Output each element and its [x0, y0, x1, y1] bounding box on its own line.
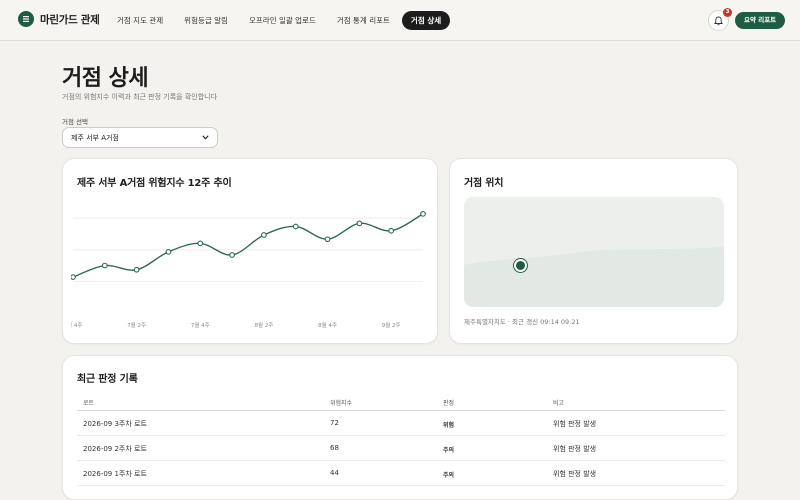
table-header: 로트 위험지수 판정 비고 — [77, 393, 725, 411]
data-point — [101, 262, 108, 269]
brand[interactable]: 마린가드 관제 — [18, 11, 100, 27]
site-map[interactable] — [464, 197, 724, 307]
top-navigation-bar: 마린가드 관제 거점 지도 관제 위험등급 알림 오프라인 일괄 업로드 거점 … — [0, 0, 800, 41]
data-point — [261, 232, 267, 238]
x-tick-label: 7월 2주 — [127, 321, 146, 329]
risk-index-cell: 68 — [330, 444, 339, 452]
map-terrain — [464, 247, 724, 307]
site-select-value: 제주 서부 A거점 — [71, 133, 119, 142]
notification-count-badge: 3 — [723, 8, 732, 17]
verdict-badge: 위험 — [443, 422, 455, 429]
column-header-verdict: 판정 — [443, 400, 455, 407]
verdict-badge: 주의 — [443, 472, 455, 479]
app-name: 마린가드 관제 — [40, 13, 100, 26]
nav-tab-site-detail[interactable]: 거점 상세 — [401, 11, 451, 30]
column-header-risk-index: 위험지수 — [330, 400, 353, 407]
site-location-title: 거점 위치 — [464, 178, 504, 189]
nav-tab-statistics-report[interactable]: 거점 통계 리포트 — [328, 11, 399, 30]
table-row[interactable]: 2026-09 2주차 로트 68 주의 위험 판정 발생 — [77, 436, 725, 461]
page-subtitle: 거점의 위험지수 이력과 최근 판정 기록을 확인합니다 — [62, 93, 218, 101]
x-tick-label: 7월 4주 — [191, 321, 210, 329]
page-title: 거점 상세 — [62, 66, 149, 91]
data-point — [324, 236, 331, 243]
risk-index-cell: 44 — [330, 469, 339, 477]
x-tick-label: 6월 4주 — [71, 321, 82, 329]
data-point — [133, 266, 140, 273]
chevron-down-icon — [202, 135, 209, 140]
nav-tab-map-monitoring[interactable]: 거점 지도 관제 — [108, 11, 172, 30]
site-select-dropdown[interactable]: 제주 서부 A거점 — [62, 127, 218, 148]
nav-tab-offline-upload[interactable]: 오프라인 일괄 업로드 — [240, 11, 325, 30]
data-point — [356, 220, 363, 227]
risk-index-cell: 72 — [330, 419, 339, 427]
lot-cell: 2026-09 1주차 로트 — [83, 470, 147, 478]
data-point — [388, 227, 395, 234]
table-row[interactable]: 2026-09 3주차 로트 72 위험 위험 판정 발생 — [77, 411, 725, 436]
series-line — [72, 213, 424, 278]
notification-button[interactable]: 3 — [708, 8, 732, 31]
lot-cell: 2026-09 2주차 로트 — [83, 445, 147, 453]
site-location-marker[interactable] — [514, 259, 527, 272]
site-location-card: 거점 위치 제주특별자치도 · 최근 갱신 09:14 09:21 — [449, 158, 738, 344]
column-header-note: 비고 — [553, 400, 565, 407]
x-tick-label: 8월 4주 — [318, 321, 337, 329]
nav-tab-risk-alerts[interactable]: 위험등급 알림 — [175, 11, 237, 30]
recent-verdicts-title: 최근 판정 기록 — [77, 374, 138, 385]
note-cell: 위험 판정 발생 — [553, 470, 597, 478]
x-tick-label: 9월 2주 — [382, 321, 401, 329]
verdict-table: 로트 위험지수 판정 비고 2026-09 3주차 로트 72 위험 위험 판정… — [77, 393, 725, 486]
x-tick-label: 8월 2주 — [254, 321, 273, 329]
note-cell: 위험 판정 발생 — [553, 445, 597, 453]
summary-report-button[interactable]: 요약 리포트 — [735, 12, 786, 29]
recent-verdicts-card: 최근 판정 기록 로트 위험지수 판정 비고 2026-09 3주차 로트 72… — [62, 355, 738, 500]
data-point — [71, 274, 76, 280]
risk-trend-title: 제주 서부 A거점 위험지수 12주 추이 — [77, 178, 232, 189]
map-caption: 제주특별자치도 · 최근 갱신 09:14 09:21 — [464, 318, 580, 326]
column-header-lot: 로트 — [83, 400, 95, 407]
table-row[interactable]: 2026-09 1주차 로트 44 주의 위험 판정 발생 — [77, 461, 725, 486]
bell-icon — [714, 16, 723, 25]
data-point — [420, 211, 426, 217]
data-point — [165, 248, 172, 255]
risk-trend-card: 제주 서부 A거점 위험지수 12주 추이 6월 4주 7월 2주 7월 4주 8월 … — [62, 158, 438, 344]
data-point — [229, 252, 235, 258]
lot-cell: 2026-09 3주차 로트 — [83, 420, 147, 428]
note-cell: 위험 판정 발생 — [553, 420, 597, 428]
data-point — [292, 223, 299, 230]
data-point — [197, 240, 204, 247]
app-logo-icon — [18, 11, 34, 27]
risk-trend-chart: 6월 4주 7월 2주 7월 4주 8월 2주 8월 4주 9월 2주 — [71, 211, 426, 329]
verdict-badge: 주의 — [443, 447, 455, 454]
site-select-label: 거점 선택 — [62, 118, 88, 126]
main-nav: 거점 지도 관제 위험등급 알림 오프라인 일괄 업로드 거점 통계 리포트 거… — [108, 11, 453, 30]
